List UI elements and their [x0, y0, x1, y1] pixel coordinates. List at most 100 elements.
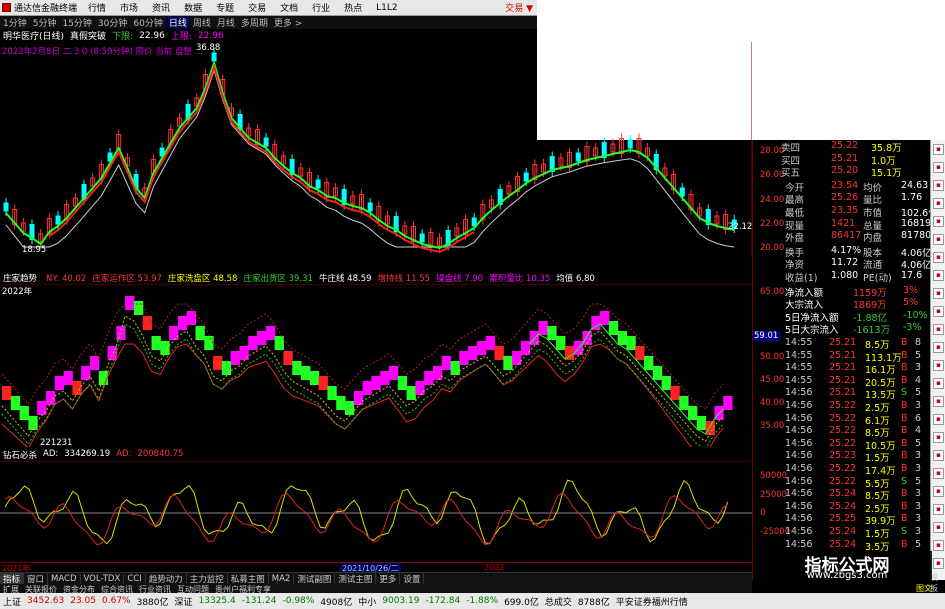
- candle: [575, 152, 581, 162]
- tab-related[interactable]: 关联报价: [22, 584, 60, 593]
- period-daily[interactable]: 日线: [165, 16, 190, 29]
- stats-row: 换手 4.17% 股本 4.06亿: [753, 245, 932, 259]
- side-tool-icon[interactable]: ▪: [933, 432, 944, 443]
- side-tool-icon[interactable]: ▪: [933, 378, 944, 389]
- zx-name[interactable]: 中小: [355, 595, 379, 608]
- side-tool-icon[interactable]: ▪: [933, 486, 944, 497]
- side-tool-icon[interactable]: ▪: [933, 558, 944, 569]
- menu-docs[interactable]: 文档: [273, 1, 305, 14]
- tab-qa[interactable]: 互动问题: [174, 584, 212, 593]
- tab-test-main[interactable]: 测试主图: [335, 573, 377, 584]
- tab-ma2[interactable]: MA2: [269, 573, 295, 584]
- side-tool-icon[interactable]: ▪: [933, 306, 944, 317]
- period-15min[interactable]: 15分钟: [59, 16, 94, 29]
- side-tool-icon[interactable]: ▪: [933, 360, 944, 371]
- sh-name[interactable]: 上证: [0, 595, 24, 608]
- trend-block: [327, 386, 337, 400]
- trade-dropdown[interactable]: 交易 ▼: [505, 1, 537, 14]
- side-tool-icon[interactable]: ▪: [933, 198, 944, 209]
- indicator2-second-label: AD:: [116, 449, 132, 459]
- tab-cci[interactable]: CCI: [124, 573, 146, 584]
- period-weekly[interactable]: 周线: [190, 16, 214, 29]
- ma-line-green: [5, 59, 735, 250]
- side-tool-icon[interactable]: ▪: [933, 144, 944, 155]
- side-tool-icon[interactable]: ▪: [933, 450, 944, 461]
- tab-main-monitor[interactable]: 主力监控: [187, 573, 228, 584]
- period-30min[interactable]: 30分钟: [95, 16, 130, 29]
- tab-trend[interactable]: 趋势动力: [146, 573, 187, 584]
- period-1min[interactable]: 1分钟: [0, 16, 30, 29]
- side-tool-icon[interactable]: ▪: [933, 342, 944, 353]
- side-tool-icon[interactable]: ▪: [933, 504, 944, 515]
- tab-benefit[interactable]: 贵州户福利专享: [212, 584, 274, 593]
- side-tool-icon[interactable]: ▪: [933, 522, 944, 533]
- trend-block: [239, 346, 249, 360]
- price-low-label: 18.95: [22, 245, 47, 255]
- side-tool-icon[interactable]: ▪: [933, 270, 944, 281]
- menu-industry[interactable]: 行业: [305, 1, 337, 14]
- period-60min[interactable]: 60分钟: [130, 16, 165, 29]
- side-tool-icon[interactable]: ▪: [933, 180, 944, 191]
- tab-settings[interactable]: 设置: [400, 573, 425, 584]
- tab-news[interactable]: 综合资讯: [98, 584, 136, 593]
- tab-industry-news[interactable]: 行业资讯: [136, 584, 174, 593]
- period-monthly[interactable]: 月线: [214, 16, 238, 29]
- indicator2-name[interactable]: 钻石必杀: [0, 449, 40, 461]
- menu-hot[interactable]: 热点: [337, 1, 369, 14]
- menu-data[interactable]: 数据: [177, 1, 209, 14]
- indicator-name[interactable]: 真假突破: [67, 29, 109, 42]
- period-multi[interactable]: 多周期: [238, 16, 271, 29]
- kline-chart[interactable]: [0, 42, 752, 255]
- side-tool-icon[interactable]: ▪: [933, 468, 944, 479]
- tab-window[interactable]: 窗口: [24, 573, 49, 584]
- period-more[interactable]: 更多 >: [271, 16, 305, 29]
- tab-private-main[interactable]: 私募主图: [228, 573, 269, 584]
- tab-expand[interactable]: 扩展: [0, 584, 22, 593]
- side-tool-icon[interactable]: ▪: [933, 414, 944, 425]
- side-tool-icon[interactable]: ▪: [933, 396, 944, 407]
- menu-topics[interactable]: 专题: [209, 1, 241, 14]
- trend-block: [723, 396, 733, 410]
- order-book-row-cell: 25.20: [831, 165, 859, 177]
- zx-value: 9003.19: [382, 596, 420, 606]
- indicator1-value: NY: 40.02: [46, 274, 87, 284]
- tick-row-cell: 14:56: [785, 387, 813, 399]
- trend-block: [476, 341, 487, 355]
- indicator2-chart[interactable]: [0, 461, 752, 561]
- tab-indicator[interactable]: 指标: [0, 573, 25, 584]
- indicator1-value: 操盘线 7.90: [436, 274, 484, 284]
- side-tool-icon[interactable]: ▪: [933, 288, 944, 299]
- tab-vol[interactable]: VOL-TDX: [81, 573, 125, 584]
- menu-quotes[interactable]: 行情: [81, 1, 113, 14]
- side-tool-icon[interactable]: ▪: [933, 216, 944, 227]
- tick-row-cell: 3: [915, 400, 922, 411]
- tick-row-cell: B: [901, 488, 908, 500]
- menu-l1l2[interactable]: L1L2: [369, 3, 404, 13]
- tab-more[interactable]: 更多: [376, 573, 401, 584]
- tab-test-sub[interactable]: 测试副图: [294, 573, 336, 584]
- tick-row-cell: 6: [915, 412, 922, 424]
- side-tool-icon[interactable]: ▪: [933, 234, 944, 245]
- tick-row-cell: B: [901, 538, 908, 550]
- stats-row-cell: 25.26: [831, 192, 859, 204]
- tick-row-cell: 25.22: [829, 425, 857, 437]
- side-tool-icon[interactable]: ▪: [933, 252, 944, 263]
- tab-macd[interactable]: MACD: [48, 573, 81, 584]
- trend-block: [195, 326, 205, 340]
- period-5min[interactable]: 5分钟: [30, 16, 60, 29]
- indicator1-value: 庄家洗盘区 48.58: [167, 274, 238, 284]
- indicator1-chart[interactable]: [0, 284, 752, 447]
- menu-news[interactable]: 资讯: [145, 1, 177, 14]
- tick-row: 14:55 25.21 20.5万 B 4: [753, 375, 931, 389]
- stats-row-cell: 外盘: [785, 233, 805, 245]
- tab-fund-dist[interactable]: 资金分布: [60, 584, 98, 593]
- side-tool-icon[interactable]: ▪: [933, 324, 944, 335]
- sz-name[interactable]: 深证: [172, 595, 196, 608]
- trend-block: [556, 336, 566, 350]
- indicator1-name[interactable]: 庄家趋势: [0, 272, 40, 284]
- menu-market[interactable]: 市场: [113, 1, 145, 14]
- side-tool-icon[interactable]: ▪: [933, 162, 944, 173]
- tick-row-cell: S: [901, 387, 908, 399]
- menu-trade[interactable]: 交易: [241, 1, 273, 14]
- side-tool-icon[interactable]: ▪: [933, 540, 944, 551]
